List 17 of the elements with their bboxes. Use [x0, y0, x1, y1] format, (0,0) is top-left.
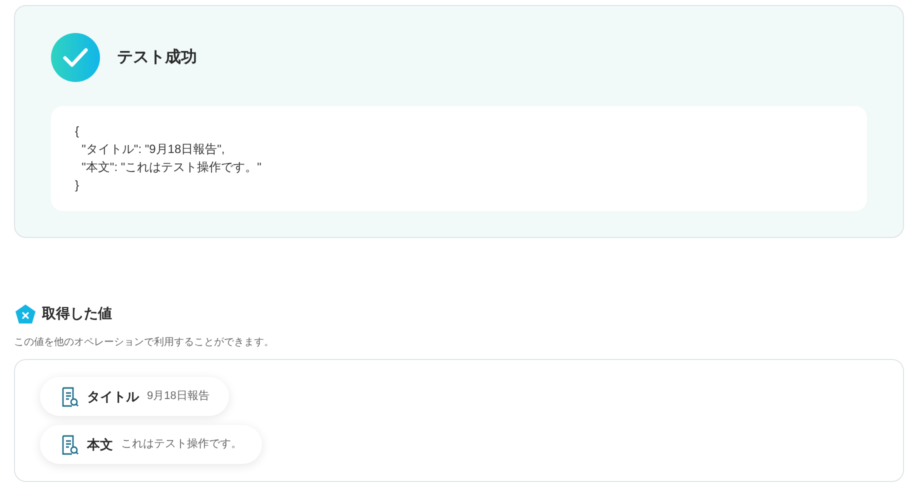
value-chip[interactable]: 本文 これはテスト操作です。 [40, 425, 262, 464]
section-description: この値を他のオペレーションで利用することができます。 [14, 336, 274, 350]
code-line: "本文": "これはテスト操作です。" [80, 159, 262, 176]
section-title: 取得した値 [42, 304, 112, 323]
value-chip[interactable]: タイトル 9月18日報告 [40, 377, 230, 416]
code-line: "タイトル": "9月18日報告", [80, 141, 225, 158]
chip-label: タイトル [87, 388, 139, 406]
variable-icon [15, 304, 36, 324]
code-line: { [75, 123, 80, 140]
chip-value: 9月18日報告 [147, 388, 210, 404]
chip-label: 本文 [87, 436, 113, 454]
document-search-icon [61, 386, 79, 406]
code-line: } [75, 177, 80, 194]
chip-value: これはテスト操作です。 [121, 437, 242, 452]
document-search-icon [61, 434, 79, 454]
check-icon [51, 33, 100, 82]
result-title: テスト成功 [117, 48, 197, 68]
